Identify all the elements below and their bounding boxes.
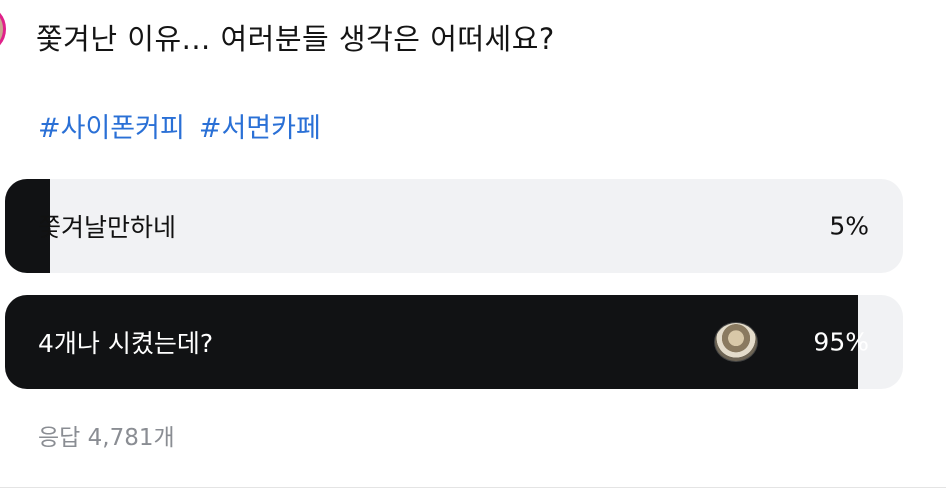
poll-option-2-label: 4개나 시켰는데?	[38, 329, 214, 358]
hashtag-seomyeon-cafe[interactable]: #서면카페	[199, 113, 321, 144]
post-title: 쫓겨난 이유... 여러분들 생각은 어떠세요?	[36, 22, 555, 56]
poll-option-2-percent: 95%	[813, 327, 869, 357]
poll-option-1-label: 쫓겨날만하네	[38, 213, 177, 242]
poll-post: 쫓겨난 이유... 여러분들 생각은 어떠세요? #사이폰커피 #서면카페 쫓겨날…	[0, 0, 946, 496]
voter-avatar-icon	[714, 322, 758, 362]
hashtag-list: #사이폰커피 #서면카페	[38, 106, 335, 145]
poll-option-1-percent: 5%	[829, 211, 869, 241]
hashtag-siphon-coffee[interactable]: #사이폰커피	[38, 113, 185, 144]
author-avatar[interactable]	[0, 4, 6, 54]
poll-option-1[interactable]: 쫓겨날만하네 5%	[5, 179, 903, 273]
divider	[0, 487, 946, 488]
poll-response-count: 응답 4,781개	[38, 425, 175, 451]
poll-option-2[interactable]: 4개나 시켰는데? 95%	[5, 295, 903, 389]
